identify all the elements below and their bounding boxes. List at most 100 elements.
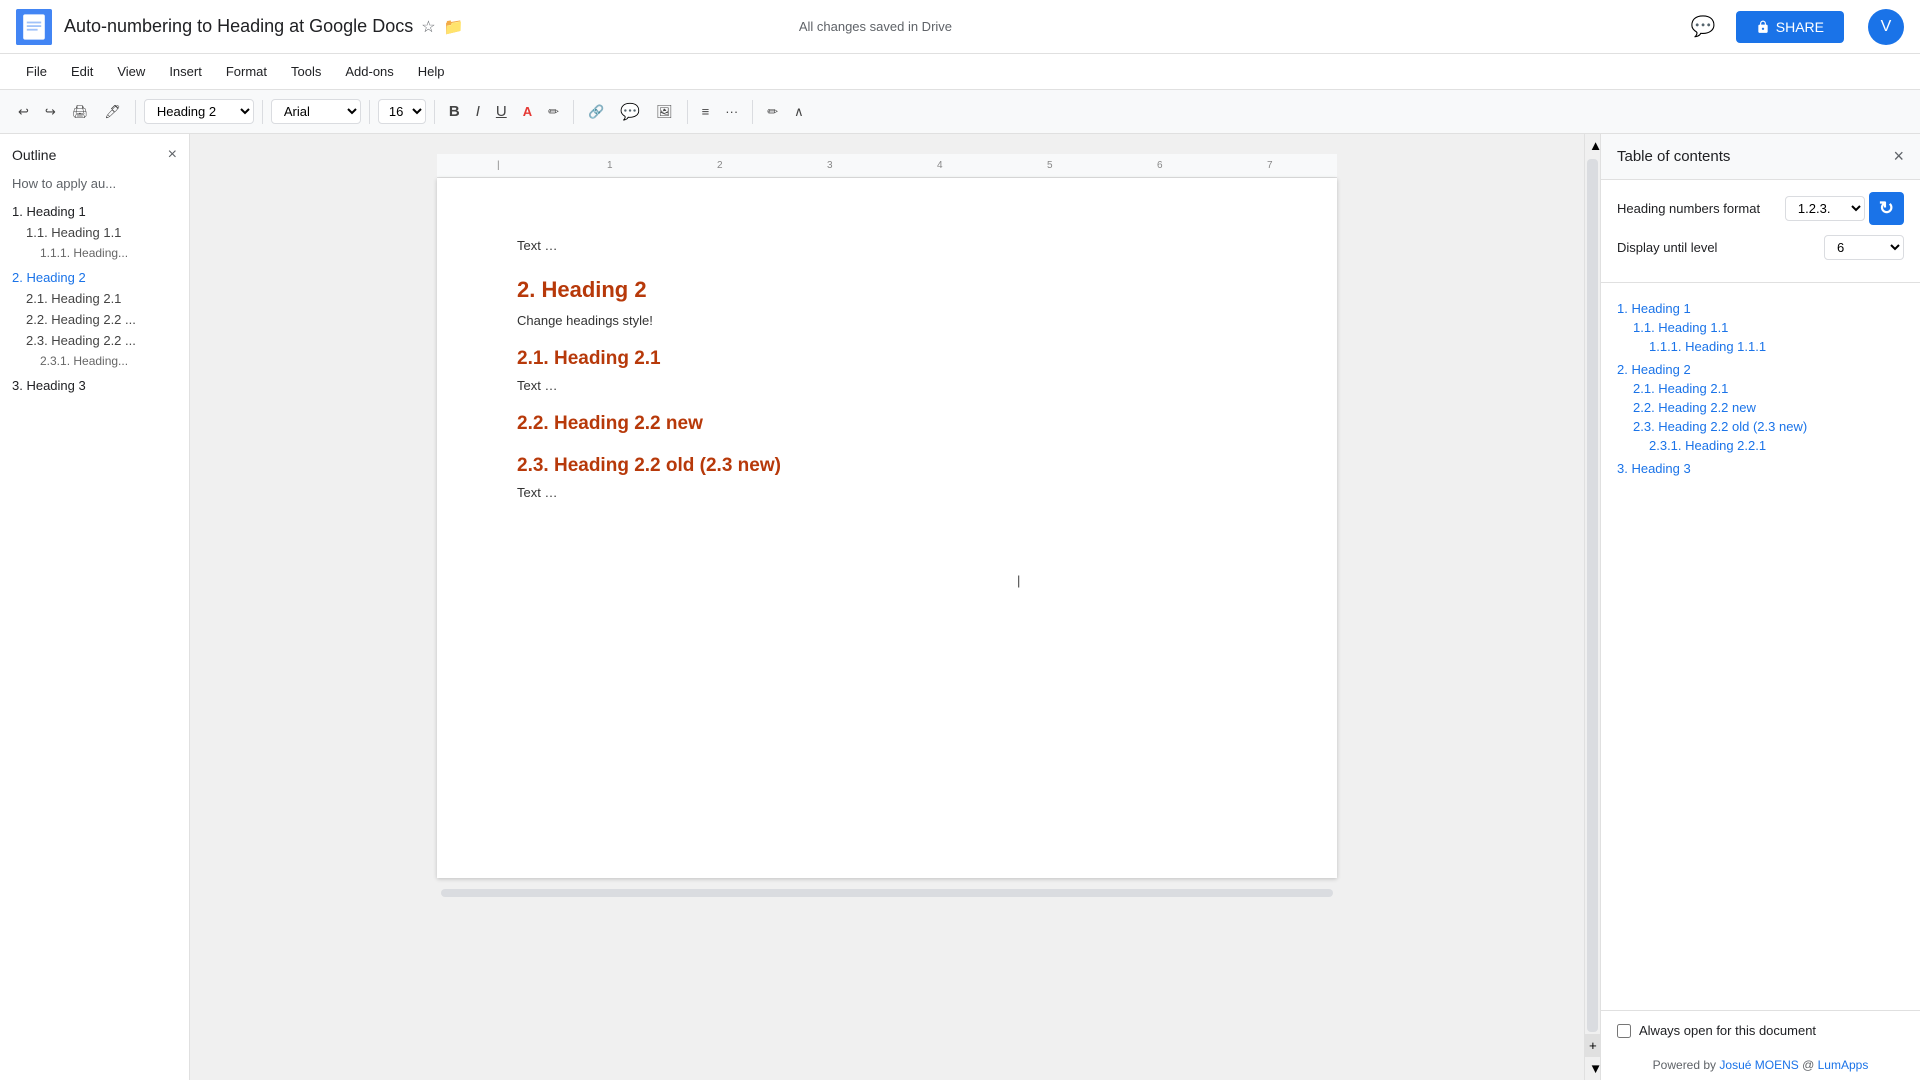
ruler-num-1: 1 [607, 160, 613, 171]
menu-view[interactable]: View [107, 60, 155, 83]
display-level-row: Display until level 6 1 2 3 4 5 [1617, 235, 1904, 260]
author-name[interactable]: Josué MOENS [1719, 1058, 1798, 1072]
comment-icon[interactable]: 💬 [1691, 14, 1716, 39]
insert-image-button[interactable]: 🖼 [650, 100, 679, 124]
star-icon[interactable]: ☆ [421, 17, 435, 37]
italic-button[interactable]: I [470, 99, 486, 124]
menu-file[interactable]: File [16, 60, 57, 83]
outline-how-to: How to apply au... [12, 176, 177, 191]
ruler-num-6: 6 [1157, 160, 1163, 171]
toolbar-separator-2 [262, 100, 263, 124]
toc-settings: Heading numbers format 1.2.3. 1.2.3 ↻ Di… [1601, 180, 1920, 283]
cursor-position: | [1017, 573, 1020, 588]
ruler-num-4: 4 [937, 160, 943, 171]
toc-refresh-button[interactable]: ↻ [1869, 192, 1904, 225]
at-symbol: @ [1802, 1058, 1814, 1072]
menu-addons[interactable]: Add-ons [335, 60, 403, 83]
redo-button[interactable]: ↪ [39, 100, 62, 124]
toolbar-separator-4 [434, 100, 435, 124]
toc-footer: Always open for this document [1601, 1010, 1920, 1050]
document-area[interactable]: | 1 2 3 4 5 6 7 Text … 2. Heading 2 Chan… [190, 134, 1584, 1080]
outline-item-heading2-2[interactable]: 2.2. Heading 2.2 ... [12, 309, 177, 330]
outline-item-heading1[interactable]: 1. Heading 1 [12, 201, 177, 222]
ruler-num-5: 5 [1047, 160, 1053, 171]
horizontal-scrollbar[interactable] [437, 886, 1337, 900]
menu-tools[interactable]: Tools [281, 60, 331, 83]
heading-2[interactable]: 2. Heading 2 [517, 277, 1257, 303]
menu-help[interactable]: Help [408, 60, 455, 83]
menu-edit[interactable]: Edit [61, 60, 103, 83]
toc-item-1-1-1[interactable]: 1.1.1. Heading 1.1.1 [1617, 337, 1904, 356]
autosave-message: All changes saved in Drive [799, 19, 952, 34]
toc-item-1-1[interactable]: 1.1. Heading 1.1 [1617, 318, 1904, 337]
heading-2-3[interactable]: 2.3. Heading 2.2 old (2.3 new) [517, 455, 1257, 477]
company-name[interactable]: LumApps [1818, 1058, 1869, 1072]
user-avatar[interactable]: V [1868, 9, 1904, 45]
always-open-checkbox[interactable] [1617, 1024, 1631, 1038]
font-color-button[interactable]: A [517, 100, 538, 123]
share-button[interactable]: SHARE [1736, 11, 1844, 43]
align-button[interactable]: ≡ [696, 100, 716, 123]
main-layout: Outline × How to apply au... 1. Heading … [0, 134, 1920, 1080]
undo-button[interactable]: ↩ [12, 100, 35, 124]
paint-format-button[interactable]: 🖊 [98, 100, 127, 124]
format-label: Heading numbers format [1617, 201, 1760, 216]
edit-mode-button[interactable]: ✏ [761, 100, 784, 124]
menu-insert[interactable]: Insert [159, 60, 212, 83]
print-button[interactable]: 🖨 [66, 100, 95, 124]
doc-title[interactable]: Auto-numbering to Heading at Google Docs [64, 16, 413, 37]
outline-item-heading3[interactable]: 3. Heading 3 [12, 375, 177, 396]
scroll-to-bottom-button[interactable]: + [1585, 1034, 1600, 1057]
bold-button[interactable]: B [443, 99, 466, 124]
outline-item-heading2[interactable]: 2. Heading 2 [12, 267, 177, 288]
toc-close-button[interactable]: × [1893, 146, 1904, 167]
scroll-down-button[interactable]: ▼ [1585, 1057, 1600, 1080]
scroll-thumb[interactable] [1587, 159, 1598, 1032]
heading2-body[interactable]: Change headings style! [517, 313, 1257, 328]
toolbar-separator-7 [752, 100, 753, 124]
link-button[interactable]: 🔗 [582, 100, 610, 124]
outline-item-heading2-1[interactable]: 2.1. Heading 2.1 [12, 288, 177, 309]
heading-2-2[interactable]: 2.2. Heading 2.2 new [517, 413, 1257, 435]
font-size-select[interactable]: 16 12 14 18 [378, 99, 426, 124]
more-options-button[interactable]: ··· [719, 100, 744, 123]
toc-item-3[interactable]: 3. Heading 3 [1617, 459, 1904, 478]
underline-button[interactable]: U [490, 99, 513, 124]
format-select[interactable]: 1.2.3. 1.2.3 [1785, 196, 1865, 221]
vertical-scrollbar[interactable]: ▲ + ▼ [1584, 134, 1600, 1080]
toc-item-2-1[interactable]: 2.1. Heading 2.1 [1617, 379, 1904, 398]
author-link[interactable]: Josué MOENS [1719, 1058, 1802, 1072]
highlight-button[interactable]: ✏ [542, 100, 565, 124]
heading2-1-body[interactable]: Text … [517, 378, 1257, 393]
share-label: SHARE [1776, 19, 1824, 35]
toolbar-separator-1 [135, 100, 136, 124]
scroll-up-button[interactable]: ▲ [1585, 134, 1600, 157]
toc-item-2-3[interactable]: 2.3. Heading 2.2 old (2.3 new) [1617, 417, 1904, 436]
outline-close-button[interactable]: × [168, 146, 177, 164]
doc-title-area: Auto-numbering to Heading at Google Docs… [64, 16, 779, 37]
heading2-3-body[interactable]: Text … [517, 485, 1257, 500]
outline-item-heading2-3-1[interactable]: 2.3.1. Heading... [12, 351, 177, 371]
outline-item-heading1-1-1[interactable]: 1.1.1. Heading... [12, 243, 177, 263]
toc-item-1[interactable]: 1. Heading 1 [1617, 299, 1904, 318]
outline-item-heading2-3[interactable]: 2.3. Heading 2.2 ... [12, 330, 177, 351]
font-select[interactable]: Arial [271, 99, 361, 124]
h-scroll-track[interactable] [441, 889, 1333, 897]
collapse-toolbar-button[interactable]: ∧ [788, 100, 810, 124]
menu-format[interactable]: Format [216, 60, 277, 83]
add-comment-button[interactable]: 💬 [614, 98, 646, 126]
text-above: Text … [517, 238, 1257, 253]
heading-2-1[interactable]: 2.1. Heading 2.1 [517, 348, 1257, 370]
toc-item-2-3-1[interactable]: 2.3.1. Heading 2.2.1 [1617, 436, 1904, 455]
toc-item-2-2[interactable]: 2.2. Heading 2.2 new [1617, 398, 1904, 417]
document-page[interactable]: Text … 2. Heading 2 Change headings styl… [437, 178, 1337, 878]
always-open-label[interactable]: Always open for this document [1639, 1023, 1816, 1038]
outline-item-heading1-1[interactable]: 1.1. Heading 1.1 [12, 222, 177, 243]
display-level-select[interactable]: 6 1 2 3 4 5 [1824, 235, 1904, 260]
company-link[interactable]: LumApps [1818, 1058, 1869, 1072]
toc-item-2[interactable]: 2. Heading 2 [1617, 360, 1904, 379]
folder-icon[interactable]: 📁 [444, 17, 464, 37]
outline-panel: Outline × How to apply au... 1. Heading … [0, 134, 190, 1080]
ruler-num-7: 7 [1267, 160, 1273, 171]
style-select[interactable]: Heading 2 Normal text Heading 1 Heading … [144, 99, 254, 124]
